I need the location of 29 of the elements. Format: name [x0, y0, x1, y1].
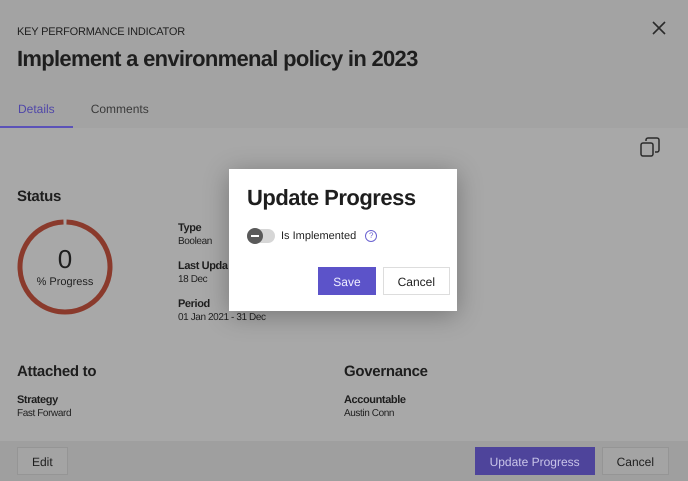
- close-icon[interactable]: [652, 21, 666, 35]
- field-label: Type: [178, 222, 202, 234]
- progress-value: 0: [58, 246, 72, 272]
- cancel-button[interactable]: Cancel: [602, 447, 669, 475]
- cancel-button[interactable]: Cancel: [382, 267, 450, 295]
- tab[interactable]: Comments: [72, 96, 167, 128]
- field-value: Fast Forward: [17, 408, 72, 419]
- field-label: Last Upda: [178, 260, 228, 272]
- save-button[interactable]: Save: [318, 267, 376, 295]
- field-value: 01 Jan 2021 - 31 Dec: [178, 312, 266, 323]
- copy-icon[interactable]: [640, 137, 660, 157]
- toggle-label: Is Implemented: [281, 230, 356, 242]
- dialog-title: Update Progress: [247, 185, 417, 211]
- update-progress-button[interactable]: Update Progress: [474, 447, 595, 475]
- section-heading: Status: [17, 188, 62, 205]
- field-label: Period: [178, 298, 210, 310]
- field-value: Boolean: [178, 236, 212, 247]
- progress-caption: % Progress: [36, 276, 94, 288]
- field-label: Strategy: [17, 394, 58, 406]
- edit-button[interactable]: Edit: [17, 447, 68, 475]
- field-value: 18 Dec: [178, 274, 208, 285]
- help-icon[interactable]: ?: [365, 230, 378, 242]
- field-label: Accountable: [344, 394, 406, 406]
- toggle-switch[interactable]: [247, 229, 275, 243]
- field-value: Austin Conn: [344, 408, 394, 419]
- page-title: Implement a environmenal policy in 2023: [17, 46, 418, 72]
- section-heading: Attached to: [17, 363, 96, 380]
- kicker: KEY PERFORMANCE INDICATOR: [17, 26, 185, 38]
- section-heading: Governance: [344, 363, 428, 380]
